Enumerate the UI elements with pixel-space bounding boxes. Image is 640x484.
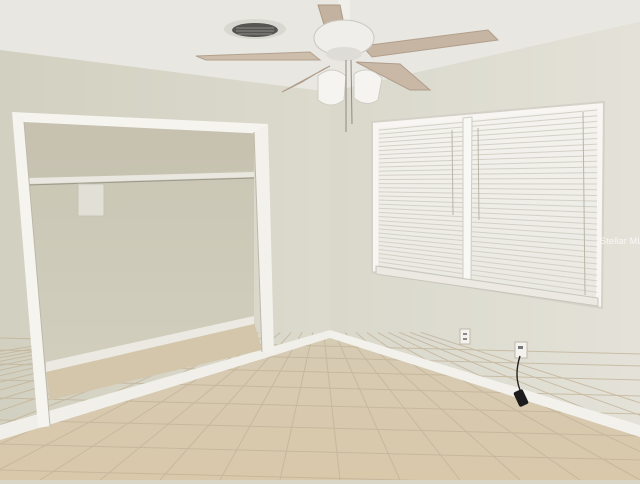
window <box>372 102 604 308</box>
wall-outlet-icon <box>515 342 527 358</box>
air-vent-icon <box>224 19 286 39</box>
wall-outlet-icon <box>460 329 470 344</box>
room-photo <box>0 0 640 480</box>
watermark: Stellar MLS <box>600 236 640 246</box>
closet-bracket <box>78 184 104 216</box>
